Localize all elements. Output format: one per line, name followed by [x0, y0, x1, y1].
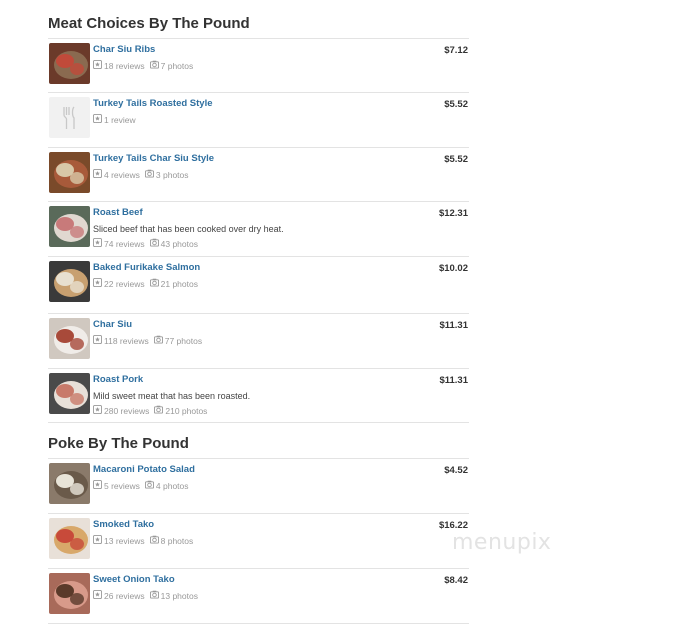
item-price: $7.12 [444, 45, 468, 56]
item-list: Macaroni Potato Salad 5 reviews 4 photos … [48, 458, 469, 624]
menu-item: Macaroni Potato Salad 5 reviews 4 photos … [48, 459, 469, 514]
item-name-link[interactable]: Sweet Onion Tako [93, 574, 469, 586]
menu-item: Roast Beef Sliced beef that has been coo… [48, 202, 469, 257]
item-photo[interactable] [49, 206, 90, 247]
item-photo[interactable] [49, 318, 90, 359]
item-name-link[interactable]: Smoked Tako [93, 519, 469, 531]
review-count[interactable]: 18 reviews [104, 61, 145, 72]
item-description: Sliced beef that has been cooked over dr… [93, 224, 284, 234]
section-title: Meat Choices By The Pound [48, 15, 250, 32]
menu-item: Smoked Tako 13 reviews 8 photos $16.22 [48, 514, 469, 569]
camera-icon [153, 335, 163, 347]
photo-count[interactable]: 13 photos [161, 591, 198, 602]
menu-section: Poke By The Pound Macaroni Potato Salad … [48, 432, 469, 624]
item-photo[interactable] [49, 463, 90, 504]
section-title: Poke By The Pound [48, 435, 189, 452]
review-count[interactable]: 118 reviews [104, 336, 149, 347]
menu-item: Char Siu Ribs 18 reviews 7 photos $7.12 [48, 39, 469, 93]
item-name-link[interactable]: Char Siu [93, 319, 469, 331]
menu-section: Meat Choices By The Pound Char Siu Ribs … [48, 12, 469, 423]
camera-icon [149, 238, 159, 250]
camera-icon [149, 278, 159, 290]
review-icon [93, 535, 102, 547]
item-price: $12.31 [438, 208, 468, 219]
review-icon [93, 335, 102, 347]
review-count[interactable]: 22 reviews [104, 279, 145, 290]
item-name-link[interactable]: Char Siu Ribs [93, 44, 469, 56]
item-name-link[interactable]: Turkey Tails Roasted Style [93, 98, 469, 110]
review-icon [93, 60, 102, 72]
camera-icon [149, 590, 159, 602]
camera-icon [144, 169, 154, 181]
review-count[interactable]: 4 reviews [104, 170, 140, 181]
item-price: $10.02 [438, 263, 468, 274]
menu-item: Sweet Onion Tako 26 reviews 13 photos $8.… [48, 569, 469, 624]
item-price: $11.31 [439, 375, 468, 386]
menu-item: Char Siu 118 reviews 77 photos $11.31 [48, 314, 469, 369]
item-photo[interactable] [49, 373, 90, 414]
photo-count[interactable]: 43 photos [161, 239, 198, 250]
menu-item: Baked Furikake Salmon 22 reviews 21 photo… [48, 257, 469, 314]
item-description: Mild sweet meat that has been roasted. [93, 391, 251, 401]
photo-count[interactable]: 3 photos [156, 170, 189, 181]
photo-count[interactable]: 210 photos [165, 406, 207, 417]
item-photo[interactable] [49, 573, 90, 614]
item-photo[interactable] [49, 43, 90, 84]
item-price: $8.42 [444, 575, 468, 586]
photo-count[interactable]: 21 photos [161, 279, 198, 290]
review-icon [93, 405, 102, 417]
camera-icon [154, 405, 164, 417]
review-icon [93, 238, 102, 250]
item-price: $5.52 [444, 99, 468, 110]
camera-icon [144, 480, 154, 492]
item-photo[interactable] [49, 518, 90, 559]
review-count[interactable]: 280 reviews [104, 406, 149, 417]
item-price: $4.52 [444, 465, 468, 476]
review-count[interactable]: 26 reviews [104, 591, 145, 602]
review-count[interactable]: 13 reviews [104, 536, 145, 547]
review-icon [93, 114, 102, 126]
review-icon [93, 480, 102, 492]
item-name-link[interactable]: Turkey Tails Char Siu Style [93, 153, 469, 165]
menu-item: Turkey Tails Char Siu Style 4 reviews 3 p… [48, 148, 469, 202]
menu-item: Roast Pork Mild sweet meat that has been… [48, 369, 469, 423]
menu-item: Turkey Tails Roasted Style 1 review $5.5… [48, 93, 469, 148]
menu-container: Meat Choices By The Pound Char Siu Ribs … [48, 0, 469, 624]
item-name-link[interactable]: Baked Furikake Salmon [93, 262, 469, 274]
photo-count[interactable]: 7 photos [161, 61, 194, 72]
photo-count[interactable]: 4 photos [156, 481, 189, 492]
item-name-link[interactable]: Macaroni Potato Salad [93, 464, 469, 476]
camera-icon [149, 535, 159, 547]
item-price: $11.31 [439, 320, 468, 331]
review-count[interactable]: 5 reviews [104, 481, 140, 492]
fork-knife-icon [62, 106, 75, 129]
review-count[interactable]: 74 reviews [104, 239, 145, 250]
item-name-link[interactable]: Roast Pork [93, 374, 469, 386]
photo-count[interactable]: 8 photos [161, 536, 194, 547]
watermark-logo: menupix [452, 530, 552, 555]
item-photo[interactable] [49, 261, 90, 302]
camera-icon [149, 60, 159, 72]
item-photo[interactable] [49, 152, 90, 193]
review-icon [93, 169, 102, 181]
review-icon [93, 278, 102, 290]
review-icon [93, 590, 102, 602]
item-price: $5.52 [444, 154, 468, 165]
item-photo-placeholder [49, 97, 90, 138]
item-list: Char Siu Ribs 18 reviews 7 photos $7.12 T… [48, 38, 469, 423]
review-count[interactable]: 1 review [104, 115, 136, 126]
photo-count[interactable]: 77 photos [165, 336, 202, 347]
item-name-link[interactable]: Roast Beef [93, 207, 469, 219]
